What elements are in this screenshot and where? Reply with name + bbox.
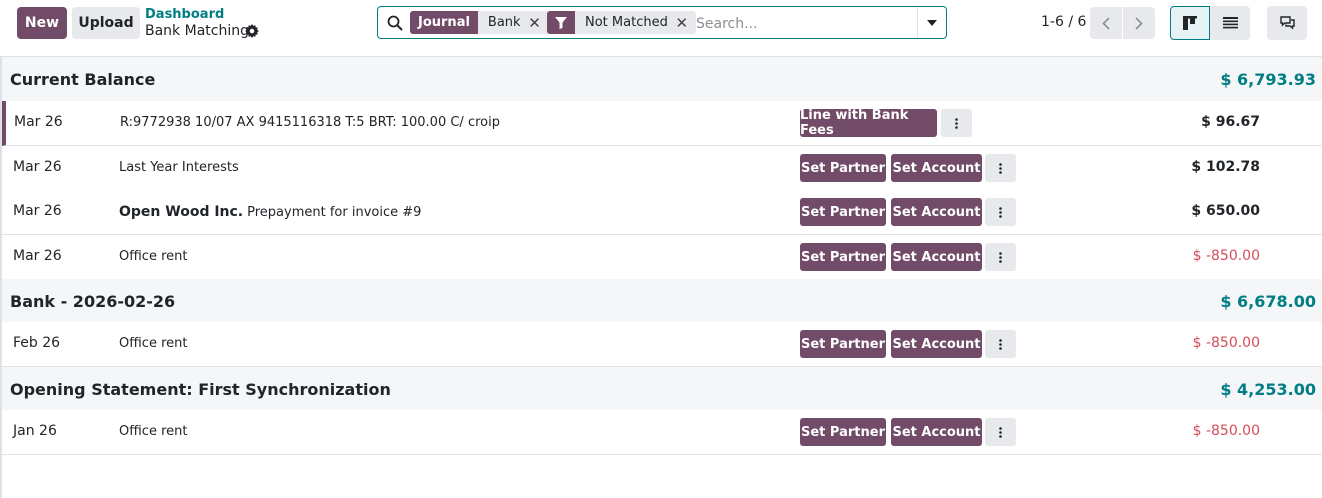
bank-matching-list: Current Balance $ 6,793.93 Mar 26 R:9772… [0,57,1322,498]
upload-button[interactable]: Upload [72,7,140,39]
transaction-label: Last Year Interests [119,160,239,175]
kanban-view-button[interactable] [1170,6,1210,40]
transaction-date: Jan 26 [13,423,57,439]
facet-journal: Journal Bank ✕ [410,11,549,34]
line-with-bank-fees-button[interactable]: Line with Bank Fees [800,108,937,138]
transaction-memo: Prepayment for invoice #9 [247,205,422,220]
set-partner-button[interactable]: Set Partner [800,330,886,358]
transaction-partner: Open Wood Inc. [119,204,244,220]
transaction-amount: $ 102.78 [1191,159,1260,175]
more-actions-button[interactable] [985,418,1016,446]
group-balance: $ 6,678.00 [1220,292,1316,311]
transaction-label: Open Wood Inc. Prepayment for invoice #9 [119,204,421,220]
search-input[interactable] [696,13,911,34]
list-icon [1222,17,1238,29]
transaction-label: Office rent [119,336,188,351]
transaction-label: Office rent [119,249,188,264]
chatter-toggle-button[interactable] [1267,6,1307,40]
chat-icon [1279,16,1295,30]
more-actions-button[interactable] [985,330,1016,358]
transaction-row[interactable]: Mar 26 Last Year Interests Set Partner S… [2,146,1322,191]
search-options-toggle[interactable] [917,7,946,38]
kanban-icon [1183,16,1197,30]
set-account-button[interactable]: Set Account [891,418,982,446]
more-actions-button[interactable] [985,198,1016,226]
set-account-button[interactable]: Set Account [891,198,982,226]
transaction-date: Feb 26 [13,335,61,351]
transaction-amount: $ -850.00 [1192,248,1260,264]
facet-value: Bank [477,11,521,34]
more-actions-button[interactable] [985,243,1016,271]
breadcrumb-dashboard-link[interactable]: Dashboard [145,7,224,22]
transaction-date: Mar 26 [13,203,62,219]
more-actions-button[interactable] [985,154,1016,182]
facet-remove-icon[interactable]: ✕ [667,11,696,34]
transaction-row[interactable]: Jan 26 Office rent Set Partner Set Accou… [2,410,1322,455]
kebab-menu-icon [999,426,1002,438]
transaction-label: R:9772938 10/07 AX 9415116318 T:5 BRT: 1… [120,115,500,130]
new-button[interactable]: New [17,7,67,39]
transaction-date: Mar 26 [13,248,62,264]
search-bar: Journal Bank ✕ Not Matched ✕ [377,6,947,39]
chevron-right-icon [1135,16,1143,30]
kebab-menu-icon [955,117,958,129]
group-title: Bank - 2026-02-26 [10,292,176,311]
transaction-row[interactable]: Mar 26 Open Wood Inc. Prepayment for invo… [2,190,1322,235]
set-account-button[interactable]: Set Account [891,154,982,182]
group-balance: $ 4,253.00 [1220,380,1316,399]
group-title: Current Balance [10,70,156,89]
set-account-button[interactable]: Set Account [891,243,982,271]
set-partner-button[interactable]: Set Partner [800,418,886,446]
facet-value: Not Matched [575,11,668,34]
group-balance: $ 6,793.93 [1220,70,1316,89]
pager-previous-button[interactable] [1090,7,1122,39]
pager-next-button[interactable] [1123,7,1155,39]
kebab-menu-icon [999,338,1002,350]
set-partner-button[interactable]: Set Partner [800,154,886,182]
transaction-date: Mar 26 [13,159,62,175]
transaction-amount: $ -850.00 [1192,335,1260,351]
group-header: Bank - 2026-02-26 $ 6,678.00 [2,279,1322,323]
transaction-amount: $ 96.67 [1201,114,1260,130]
kebab-menu-icon [999,251,1002,263]
set-account-button[interactable]: Set Account [891,330,982,358]
list-view-button[interactable] [1210,6,1250,40]
transaction-row[interactable]: Feb 26 Office rent Set Partner Set Accou… [2,322,1322,367]
transaction-date: Mar 26 [14,114,63,130]
kebab-menu-icon [999,206,1002,218]
chevron-left-icon [1102,16,1110,30]
set-partner-button[interactable]: Set Partner [800,198,886,226]
transaction-amount: $ 650.00 [1191,203,1260,219]
pager-value[interactable]: 1-6 / 6 [1041,14,1086,30]
caret-down-icon [927,19,937,26]
filter-icon [547,11,575,34]
transaction-row[interactable]: Mar 26 R:9772938 10/07 AX 9415116318 T:5… [2,101,1322,146]
kebab-menu-icon [999,162,1002,174]
control-panel: New Upload Dashboard Bank Matching Journ… [0,0,1322,57]
more-actions-button[interactable] [941,109,972,137]
transaction-amount: $ -850.00 [1192,423,1260,439]
facet-filter: Not Matched ✕ [547,11,696,34]
transaction-label: Office rent [119,424,188,439]
group-header: Opening Statement: First Synchronization… [2,367,1322,411]
search-icon [387,15,403,31]
transaction-row[interactable]: Mar 26 Office rent Set Partner Set Accou… [2,235,1322,280]
facet-remove-icon[interactable]: ✕ [520,11,549,34]
page-title: Bank Matching [145,23,249,39]
facet-label: Journal [410,11,478,34]
set-partner-button[interactable]: Set Partner [800,243,886,271]
group-header: Current Balance $ 6,793.93 [2,57,1322,101]
group-title: Opening Statement: First Synchronization [10,380,391,399]
gear-icon[interactable] [245,24,259,38]
